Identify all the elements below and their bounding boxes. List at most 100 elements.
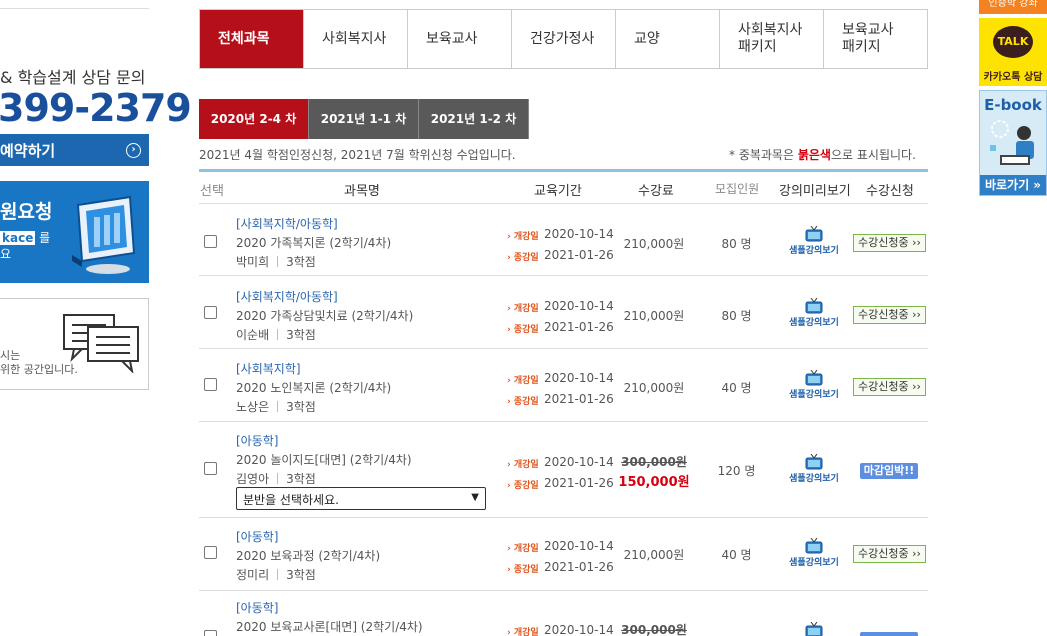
credits: 3학점: [286, 472, 316, 486]
table-row: [사회복지학/아동학] 2020 가족상담및치료 (2학기/4차) 이순배 3학점…: [199, 277, 928, 349]
apply-button[interactable]: 수강신청중 ››: [853, 545, 926, 563]
select-checkbox[interactable]: [204, 306, 217, 319]
ebook-button[interactable]: E-book 바로가기 »: [979, 90, 1047, 196]
sample-lecture-button[interactable]: 샘플강의보기: [784, 298, 844, 328]
close-date: 2021-01-26: [544, 560, 614, 574]
request-sub-text: 를: [35, 231, 51, 245]
professor-name: 노상은: [236, 400, 270, 414]
course-fee: 210,000원: [623, 309, 685, 323]
select-checkbox[interactable]: [204, 462, 217, 475]
tv-icon: [805, 226, 823, 242]
header-apply: 수강신청: [866, 184, 914, 199]
course-name[interactable]: 2020 놀이지도[대면] (2학기/4차): [236, 451, 412, 468]
course-name[interactable]: 2020 가족상담및치료 (2학기/4차): [236, 307, 413, 324]
sample-lecture-button[interactable]: 샘플강의보기: [784, 370, 844, 400]
open-date-label: › 개강일: [507, 376, 539, 386]
course-name[interactable]: 2020 보육과정 (2학기/4차): [236, 547, 380, 564]
close-date-label: › 종강일: [507, 325, 539, 335]
divider: [277, 401, 279, 412]
reserve-label: 예약하기: [0, 142, 56, 160]
header-preview: 강의미리보기: [779, 184, 851, 199]
close-date-label: › 종강일: [507, 565, 539, 575]
tab-social-worker-package[interactable]: 사회복지사 패키지: [720, 10, 824, 68]
tab-label: 보육교사 패키지: [842, 22, 894, 55]
close-date-label: › 종강일: [507, 253, 539, 263]
sample-lecture-button[interactable]: 샘플강의보기: [784, 226, 844, 256]
table-row: [사회복지학] 2020 노인복지론 (2학기/4차) 노상은 3학점 › 개강일…: [199, 350, 928, 422]
select-checkbox[interactable]: [204, 378, 217, 391]
open-date-label: › 개강일: [507, 232, 539, 242]
tab-healthy-family[interactable]: 건강가정사: [512, 10, 616, 68]
tab-childcare-teacher[interactable]: 보육교사: [408, 10, 512, 68]
open-date-label: › 개강일: [507, 304, 539, 314]
open-date: 2020-10-14: [544, 455, 614, 469]
sample-lecture-button[interactable]: 샘플강의보기: [784, 538, 844, 568]
class-section-select[interactable]: 분반을 선택하세요. ▼: [236, 487, 486, 510]
course-fee: 210,000원: [623, 237, 685, 251]
header-capacity: 모집인원: [715, 182, 760, 196]
select-checkbox[interactable]: [204, 546, 217, 559]
tab-semester-2021-1-1[interactable]: 2021년 1-1 차: [309, 99, 419, 139]
community-text-2: 위한 공간입니다.: [0, 363, 78, 376]
sample-label: 샘플강의보기: [789, 246, 839, 256]
tab-all-courses[interactable]: 전체과목: [200, 10, 304, 68]
course-category: [사회복지학/아동학]: [236, 290, 338, 304]
sample-label: 샘플강의보기: [789, 558, 839, 568]
deadline-badge[interactable]: [860, 632, 918, 636]
ebook-title: E-book: [984, 96, 1042, 114]
divider: [277, 329, 279, 340]
tv-icon: [805, 622, 823, 636]
table-row: [아동학] 2020 놀이지도[대면] (2학기/4차) 김영아 3학점 분반을 …: [199, 423, 928, 518]
tab-liberal-arts[interactable]: 교양: [616, 10, 720, 68]
tab-semester-2021-1-2[interactable]: 2021년 1-2 차: [419, 99, 529, 139]
chevron-down-icon: ▼: [471, 492, 479, 503]
course-category: [사회복지학/아동학]: [236, 217, 338, 231]
close-date: 2021-01-26: [544, 320, 614, 334]
tab-label: 사회복지사 패키지: [738, 22, 803, 55]
sample-lecture-button[interactable]: [784, 622, 844, 636]
tv-icon: [805, 538, 823, 554]
category-tabs: 전체과목 사회복지사 보육교사 건강가정사 교양 사회복지사 패키지 보육교사 …: [199, 9, 928, 69]
tab-social-worker[interactable]: 사회복지사: [304, 10, 408, 68]
open-date-label: › 개강일: [507, 628, 539, 636]
apply-button[interactable]: 수강신청중 ››: [853, 234, 926, 252]
tab-childcare-package[interactable]: 보육교사 패키지: [824, 10, 927, 68]
capacity: 80 명: [721, 237, 752, 251]
header-fee: 수강료: [638, 184, 674, 199]
course-name[interactable]: 2020 노인복지론 (2학기/4차): [236, 379, 391, 396]
open-date: 2020-10-14: [544, 539, 614, 553]
table-row: [사회복지학/아동학] 2020 가족복지론 (2학기/4차) 박미희 3학점 ›…: [199, 204, 928, 276]
credits: 3학점: [286, 328, 316, 342]
professor-name: 박미희: [236, 255, 270, 269]
open-date-label: › 개강일: [507, 460, 539, 470]
select-checkbox[interactable]: [204, 630, 217, 636]
reader-illustration-icon: [990, 120, 1034, 165]
tab-semester-2020-2-4[interactable]: 2020년 2-4 차: [199, 99, 309, 139]
course-name[interactable]: 2020 보육교사론[대면] (2학기/4차): [236, 618, 423, 635]
quick-menu-top[interactable]: 인증학 강좌: [979, 0, 1047, 14]
open-date: 2020-10-14: [544, 299, 614, 313]
community-banner[interactable]: 시는 위한 공간입니다.: [0, 298, 149, 390]
apply-button[interactable]: 수강신청중 ››: [853, 306, 926, 324]
semester-tabs: 2020년 2-4 차 2021년 1-1 차 2021년 1-2 차: [199, 99, 529, 139]
course-category: [아동학]: [236, 601, 279, 615]
reserve-button[interactable]: 예약하기 ›: [0, 134, 149, 166]
capacity: 120 명: [717, 464, 756, 478]
professor-name: 정미리: [236, 568, 270, 582]
credits: 3학점: [286, 255, 316, 269]
course-name[interactable]: 2020 가족복지론 (2학기/4차): [236, 234, 391, 251]
kakao-consult-button[interactable]: TALK 카카오톡 상담: [979, 18, 1047, 86]
semester-info: 2021년 4월 학점인정신청, 2021년 7월 학위신청 수업입니다.: [199, 148, 516, 162]
open-date: 2020-10-14: [544, 227, 614, 241]
select-checkbox[interactable]: [204, 235, 217, 248]
close-date: 2021-01-26: [544, 476, 614, 490]
discounted-fee: 150,000원: [618, 475, 690, 490]
red-color-text: 붉은색: [797, 148, 831, 162]
apply-button[interactable]: 수강신청중 ››: [853, 378, 926, 396]
deadline-badge[interactable]: 마감임박!!: [860, 463, 918, 479]
arrow-right-icon: ›: [126, 143, 141, 158]
sample-lecture-button[interactable]: 샘플강의보기: [784, 454, 844, 484]
request-banner[interactable]: 원요청 kace 를 요: [0, 181, 149, 283]
duplicate-note: * 중복과목은 붉은색으로 표시됩니다.: [729, 148, 916, 162]
header-course: 과목명: [344, 184, 380, 199]
